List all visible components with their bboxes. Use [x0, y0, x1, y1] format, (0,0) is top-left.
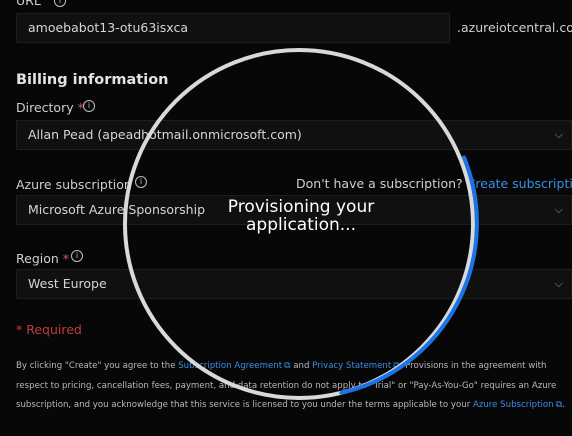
provisioning-message: Provisioning your application...	[197, 198, 405, 234]
provisioning-line-2: application...	[246, 215, 356, 235]
provisioning-line-1: Provisioning your	[227, 197, 375, 217]
